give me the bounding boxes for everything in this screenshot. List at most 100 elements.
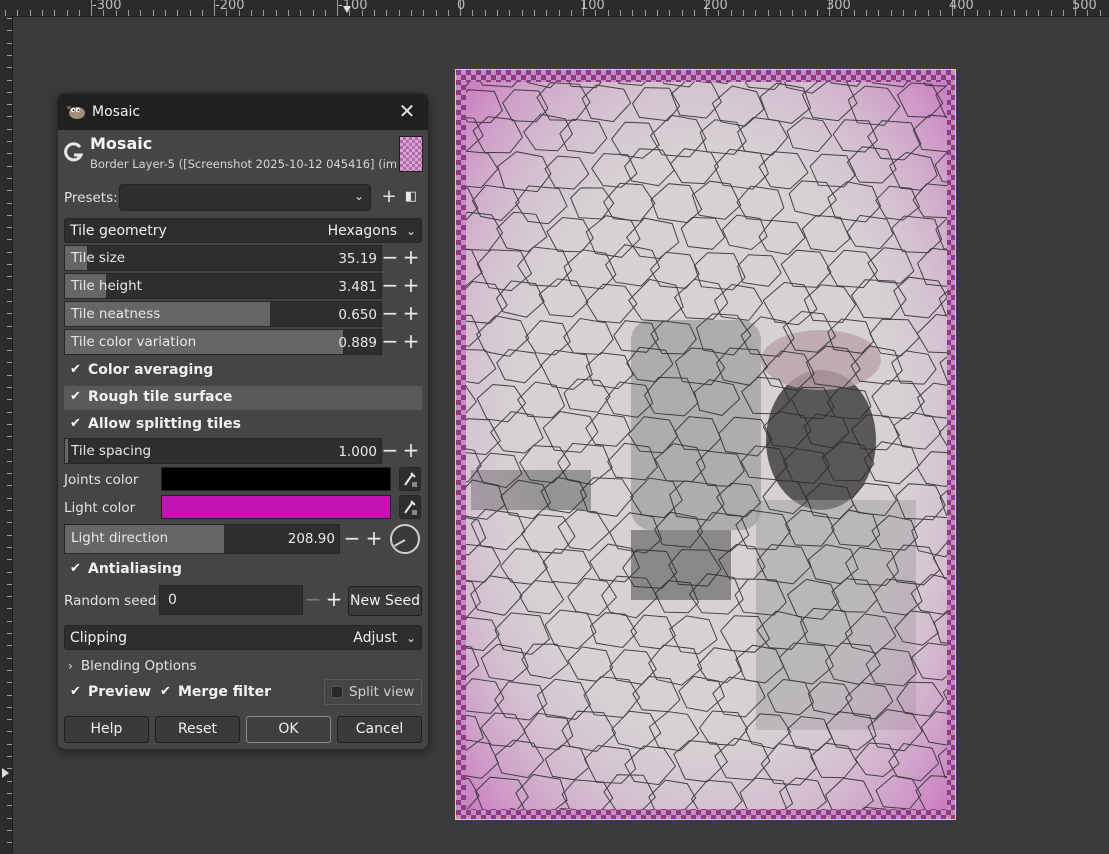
- ruler-tick: [989, 10, 990, 16]
- ruler-tick: [7, 731, 12, 733]
- ruler-tick: [7, 546, 12, 548]
- rough-tile-surface-checkbox[interactable]: ✔ Rough tile surface: [64, 386, 422, 410]
- reset-button[interactable]: Reset: [155, 716, 240, 743]
- ruler-tick: [755, 10, 757, 16]
- help-button[interactable]: Help: [64, 716, 149, 743]
- ruler-tick: [7, 756, 12, 757]
- ruler-tick: [7, 227, 12, 229]
- ruler-tick: [7, 571, 12, 573]
- increment-icon[interactable]: +: [365, 527, 383, 551]
- ruler-tick: [435, 10, 437, 16]
- color-picker-icon[interactable]: [399, 467, 421, 491]
- ruler-tick: [7, 805, 12, 807]
- ruler-tick: [7, 18, 12, 19]
- ruler-tick: [7, 30, 12, 32]
- ruler-tick: [7, 141, 12, 142]
- ruler-tick: [7, 214, 12, 216]
- ruler-tick: [7, 534, 12, 536]
- ruler-tick: [681, 10, 683, 16]
- close-icon[interactable]: ✕: [398, 101, 416, 121]
- ruler-tick: [656, 10, 658, 16]
- ruler-label: 400: [949, 0, 974, 13]
- clipping-dropdown[interactable]: Clipping Adjust ⌄: [64, 625, 422, 650]
- decrement-icon[interactable]: −: [381, 246, 399, 270]
- antialiasing-checkbox[interactable]: ✔ Antialiasing: [64, 558, 422, 582]
- ruler-label: -200: [215, 0, 245, 13]
- ruler-tick: [509, 10, 511, 16]
- checkmark-icon: ✔: [70, 389, 81, 404]
- canvas-image-preview[interactable]: [455, 69, 956, 820]
- ruler-tick: [693, 10, 695, 16]
- increment-icon[interactable]: +: [402, 246, 420, 270]
- ruler-tick: [1001, 10, 1003, 16]
- decrement-icon[interactable]: −: [381, 274, 399, 298]
- ruler-tick: [7, 54, 12, 56]
- decrement-icon[interactable]: −: [343, 527, 361, 551]
- allow-splitting-tiles-checkbox[interactable]: ✔ Allow splitting tiles: [64, 413, 422, 437]
- tile-spacing-slider[interactable]: Tile spacing 1.000: [64, 438, 382, 464]
- color-picker-icon[interactable]: [399, 495, 421, 519]
- ruler-tick: [7, 202, 12, 204]
- color-averaging-checkbox[interactable]: ✔ Color averaging: [64, 359, 422, 383]
- decrement-icon[interactable]: −: [381, 330, 399, 354]
- ruler-tick: [890, 10, 892, 16]
- ruler-tick: [7, 485, 12, 487]
- blending-options-expander[interactable]: › Blending Options: [68, 655, 197, 675]
- ruler-tick: [7, 780, 12, 782]
- decrement-icon[interactable]: −: [381, 302, 399, 326]
- horizontal-ruler[interactable]: -300 -200 -100 0 100 200 300 400 500: [0, 0, 1109, 17]
- ruler-tick: [7, 350, 12, 352]
- tile-height-slider[interactable]: Tile height 3.481: [64, 273, 382, 299]
- increment-icon[interactable]: +: [402, 302, 420, 326]
- ok-button[interactable]: OK: [246, 716, 331, 743]
- light-color-button[interactable]: [161, 495, 391, 519]
- increment-icon[interactable]: +: [325, 588, 343, 612]
- ruler-tick: [816, 10, 818, 16]
- tile-size-slider[interactable]: Tile size 35.19: [64, 245, 382, 271]
- ruler-tick: [7, 165, 12, 167]
- ruler-tick: [669, 10, 671, 16]
- ruler-tick: [7, 829, 12, 831]
- ruler-tick: [939, 10, 941, 16]
- dialog-titlebar[interactable]: Mosaic ✕: [58, 94, 428, 130]
- chevron-down-icon: ⌄: [353, 189, 364, 203]
- presets-combo[interactable]: ⌄: [119, 184, 371, 211]
- preview-checkbox[interactable]: ✔ Preview: [64, 681, 154, 705]
- random-seed-input[interactable]: 0: [159, 585, 303, 615]
- tile-neatness-slider[interactable]: Tile neatness 0.650: [64, 301, 382, 327]
- ruler-tick: [7, 91, 12, 93]
- vertical-ruler[interactable]: [0, 16, 13, 854]
- preset-menu-icon[interactable]: ◧: [402, 188, 420, 206]
- joints-color-label: Joints color: [64, 472, 139, 488]
- ruler-tick: [779, 10, 781, 16]
- new-seed-button[interactable]: New Seed: [348, 586, 422, 616]
- cancel-button[interactable]: Cancel: [337, 716, 422, 743]
- ruler-tick: [546, 10, 548, 16]
- split-view-checkbox[interactable]: Split view: [324, 679, 422, 705]
- ruler-tick: [7, 313, 12, 315]
- increment-icon[interactable]: +: [402, 274, 420, 298]
- joints-color-button[interactable]: [161, 467, 391, 491]
- merge-filter-checkbox[interactable]: ✔ Merge filter: [154, 681, 284, 705]
- ruler-tick: [374, 10, 375, 16]
- increment-icon[interactable]: +: [402, 439, 420, 463]
- tile-geometry-dropdown[interactable]: Tile geometry Hexagons ⌄: [64, 218, 422, 243]
- mosaic-image: [456, 70, 955, 819]
- light-direction-slider[interactable]: Light direction 208.90: [64, 524, 340, 554]
- ruler-tick: [7, 448, 12, 450]
- tile-color-variation-slider[interactable]: Tile color variation 0.889: [64, 329, 382, 355]
- add-preset-icon[interactable]: +: [380, 188, 398, 206]
- decrement-icon[interactable]: −: [304, 588, 322, 612]
- ruler-tick: [767, 10, 769, 16]
- angle-dial[interactable]: [390, 524, 420, 554]
- ruler-tick: [497, 10, 498, 16]
- ruler-tick: [730, 10, 732, 16]
- ruler-tick: [7, 792, 12, 794]
- ruler-tick: [570, 10, 572, 16]
- ruler-tick: [7, 190, 12, 192]
- increment-icon[interactable]: +: [402, 330, 420, 354]
- decrement-icon[interactable]: −: [381, 439, 399, 463]
- ruler-tick: [201, 10, 203, 16]
- ruler-tick: [7, 657, 12, 659]
- ruler-tick: [263, 10, 265, 16]
